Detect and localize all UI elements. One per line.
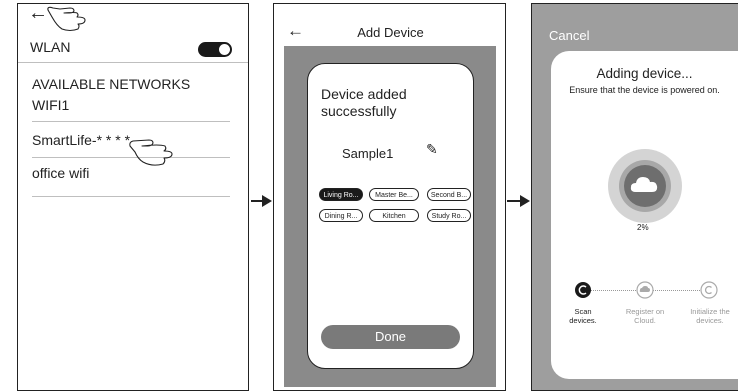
success-message: Device added successfully <box>321 86 407 119</box>
edit-pencil-icon[interactable]: ✎ <box>426 141 438 158</box>
device-name: Sample1 <box>342 146 394 161</box>
progress-percent: 2% <box>637 223 649 232</box>
room-chip-kitchen[interactable]: Kitchen <box>369 209 419 222</box>
page-title: Add Device <box>357 25 424 40</box>
step-label-line: Cloud. <box>634 316 656 325</box>
room-chip-dining-room[interactable]: Dining R... <box>319 209 363 222</box>
step-label-register: Register on Cloud. <box>620 307 670 325</box>
power-instruction: Ensure that the device is powered on. <box>569 85 720 95</box>
room-chip-master-bedroom[interactable]: Master Be... <box>369 188 419 201</box>
step-label-line: devices. <box>696 316 724 325</box>
arrow-head-icon <box>520 195 530 207</box>
room-chip-second-bedroom[interactable]: Second B... <box>427 188 471 201</box>
step-label-line: Register on <box>625 307 665 316</box>
adding-heading: Adding device... <box>596 66 693 81</box>
step-label-initialize: Initialize the devices. <box>685 307 735 325</box>
cancel-button[interactable]: Cancel <box>549 28 589 43</box>
step-label-scan: Scan devices. <box>558 307 608 325</box>
done-button[interactable]: Done <box>321 325 460 349</box>
room-chip-living-room[interactable]: Living Ro... <box>319 188 363 201</box>
pointer-hand-icon <box>47 6 86 32</box>
step-label-line: devices. <box>569 316 597 325</box>
add-device-screen: ← Add Device Device added successfully S… <box>273 3 506 391</box>
scan-step-icon <box>575 282 591 298</box>
cloud-step-icon <box>636 281 654 299</box>
initialize-step-icon <box>700 281 718 299</box>
step-label-line: Scan <box>574 307 592 316</box>
step-label-line: Initialize the <box>690 307 730 316</box>
arrow-head-icon <box>262 195 272 207</box>
device-added-dialog: Device added successfully Sample1 ✎ Livi… <box>307 63 474 369</box>
progress-ring <box>608 149 682 223</box>
room-chip-study-room[interactable]: Study Ro... <box>427 209 471 222</box>
pointer-hand-icon <box>129 139 173 166</box>
